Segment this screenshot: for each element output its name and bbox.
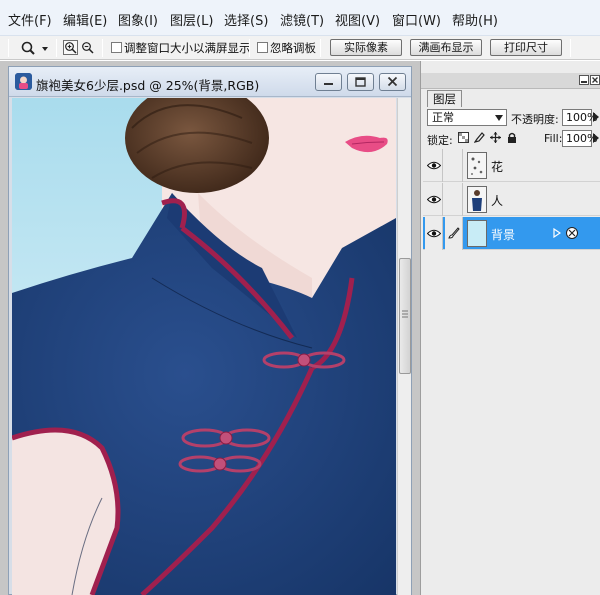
brush-icon (448, 227, 460, 239)
tab-layers[interactable]: 图层 (427, 90, 462, 107)
lock-transparency-icon[interactable] (458, 132, 469, 143)
image-canvas[interactable] (12, 98, 396, 595)
menu-select[interactable]: 选择(S) (224, 10, 268, 29)
panel-title-bar[interactable] (421, 73, 600, 89)
layer-row-background[interactable]: 背景 (423, 217, 600, 250)
ignore-palettes-checkbox[interactable] (257, 42, 268, 53)
chevron-down-icon (495, 115, 503, 121)
expand-arrow-icon[interactable] (553, 228, 561, 238)
menu-image[interactable]: 图象(I) (118, 10, 158, 29)
vertical-scrollbar[interactable] (397, 98, 411, 595)
ignore-palettes-label: 忽略调板 (270, 41, 316, 55)
maximize-icon (355, 77, 366, 87)
visibility-toggle[interactable] (425, 217, 443, 250)
close-button[interactable] (379, 73, 406, 91)
document-title: 旗袍美女6少层.psd @ 25%(背景,RGB) (36, 78, 260, 93)
chevron-right-icon[interactable] (592, 132, 600, 144)
blend-mode-value: 正常 (432, 111, 454, 124)
person-thumbnail-icon (468, 187, 486, 212)
layer-link-toggle[interactable] (445, 217, 463, 250)
document-title-bar[interactable]: 旗袍美女6少层.psd @ 25%(背景,RGB) (9, 67, 411, 97)
maximize-button[interactable] (347, 73, 374, 91)
fill-input[interactable]: 100% (562, 130, 597, 147)
layer-name[interactable]: 背景 (491, 226, 515, 243)
eye-icon (427, 161, 441, 170)
actual-pixels-button[interactable]: 实际像素 (330, 39, 402, 56)
divider (102, 39, 103, 57)
eye-icon (427, 229, 441, 238)
menu-layer[interactable]: 图层(L) (170, 10, 213, 29)
minimize-icon (324, 83, 333, 85)
artwork-qipao-illustration (12, 98, 396, 595)
zoom-in-button[interactable] (63, 40, 78, 55)
menu-filter[interactable]: 滤镜(T) (280, 10, 324, 29)
options-bar: 调整窗口大小以满屏显示 忽略调板 实际像素 满画布显示 打印尺寸 (0, 36, 600, 60)
minimize-icon[interactable] (579, 75, 589, 85)
blend-mode-select[interactable]: 正常 (427, 109, 507, 126)
menu-window[interactable]: 窗口(W) (392, 10, 441, 29)
layer-thumbnail (467, 152, 487, 179)
layer-name[interactable]: 人 (491, 192, 503, 209)
zoom-out-icon[interactable] (81, 41, 94, 54)
document-icon (15, 73, 32, 90)
layer-thumbnail (467, 186, 487, 213)
opacity-label: 不透明度: (511, 113, 559, 126)
layer-effects-icon[interactable] (565, 226, 579, 240)
menu-edit[interactable]: 编辑(E) (63, 10, 107, 29)
divider (249, 39, 250, 57)
menu-file[interactable]: 文件(F) (8, 10, 52, 29)
lock-image-icon[interactable] (474, 132, 485, 143)
document-window: 旗袍美女6少层.psd @ 25%(背景,RGB) (8, 66, 412, 595)
layer-row-flower[interactable]: 花 (423, 149, 600, 182)
fit-on-screen-button[interactable]: 满画布显示 (410, 39, 482, 56)
divider (56, 39, 57, 57)
print-size-button[interactable]: 打印尺寸 (490, 39, 562, 56)
menu-help[interactable]: 帮助(H) (452, 10, 498, 29)
layer-row-person[interactable]: 人 (423, 183, 600, 216)
chevron-right-icon[interactable] (592, 111, 600, 123)
zoom-tool-icon[interactable] (20, 40, 50, 56)
eye-icon (427, 195, 441, 204)
layer-name[interactable]: 花 (491, 158, 503, 175)
zoom-in-icon (65, 42, 77, 54)
lock-position-icon[interactable] (490, 132, 501, 143)
close-icon[interactable] (590, 75, 600, 85)
lock-all-icon[interactable] (507, 132, 517, 143)
divider (320, 39, 321, 57)
visibility-toggle[interactable] (425, 149, 443, 182)
layer-link-toggle[interactable] (445, 149, 463, 182)
divider (570, 39, 571, 57)
flower-thumbnail-icon (468, 153, 486, 178)
fill-label: Fill: (544, 132, 563, 145)
resize-windows-label: 调整窗口大小以满屏显示 (124, 41, 251, 55)
lock-label: 锁定: (427, 134, 453, 147)
menu-bar: 文件(F) 编辑(E) 图象(I) 图层(L) 选择(S) 滤镜(T) 视图(V… (0, 0, 600, 36)
grip-divider (8, 39, 9, 57)
resize-windows-checkbox[interactable] (111, 42, 122, 53)
close-icon (387, 76, 398, 87)
layer-link-toggle[interactable] (445, 183, 463, 216)
layer-thumbnail (467, 220, 487, 247)
menu-view[interactable]: 视图(V) (335, 10, 380, 29)
minimize-button[interactable] (315, 73, 342, 91)
grip-icon (402, 310, 408, 318)
visibility-toggle[interactable] (425, 183, 443, 216)
scrollbar-thumb[interactable] (399, 258, 411, 374)
opacity-input[interactable]: 100% (562, 109, 597, 126)
layers-panel: 图层 正常 不透明度: 100% 锁定: Fill: 100% 花 人 背景 (420, 61, 600, 595)
